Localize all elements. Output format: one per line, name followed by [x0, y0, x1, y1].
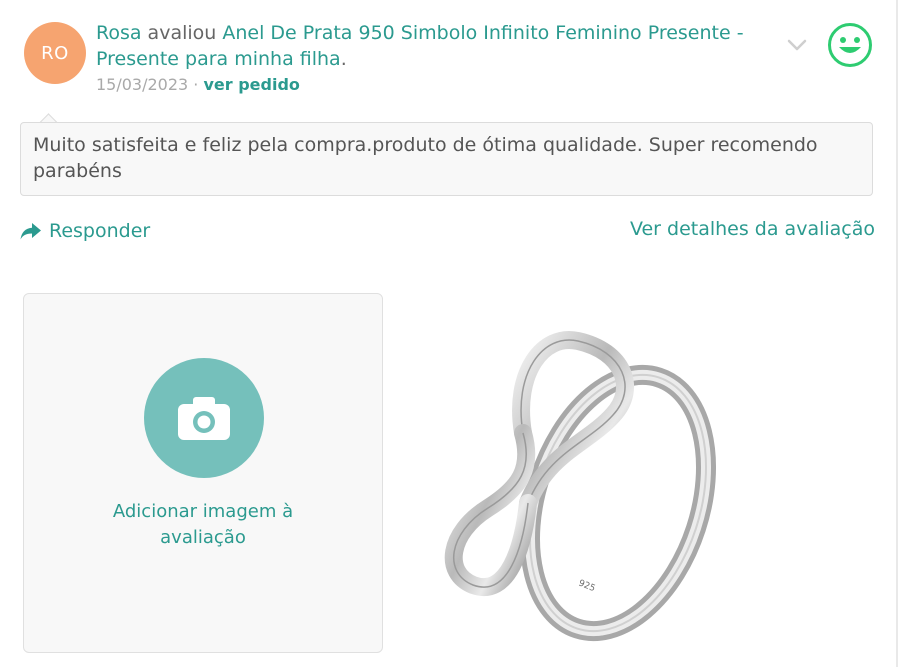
review-text: Muito satisfeita e feliz pela compra.pro…	[20, 122, 873, 196]
camera-icon	[178, 397, 230, 440]
ring-engraving: 925	[577, 579, 597, 595]
add-image-label: Adicionar imagem à avaliação	[24, 499, 382, 551]
reply-button[interactable]: Responder	[20, 220, 150, 242]
action-text: avaliou	[141, 22, 223, 44]
review-headline: Rosa avaliou Anel De Prata 950 Simbolo I…	[96, 20, 786, 72]
add-image-label-line2: avaliação	[160, 527, 246, 548]
author-link[interactable]: Rosa	[96, 22, 142, 44]
review-meta: 15/03/2023 · ver pedido	[96, 75, 300, 94]
review-details-link[interactable]: Ver detalhes da avaliação	[630, 218, 875, 240]
chevron-down-icon[interactable]	[786, 38, 808, 52]
product-image: 925	[444, 331, 717, 642]
reply-label: Responder	[49, 220, 151, 242]
view-order-link[interactable]: ver pedido	[203, 75, 299, 94]
add-image-button[interactable]: Adicionar imagem à avaliação	[23, 293, 383, 653]
happy-face-icon	[828, 23, 872, 67]
review-date: 15/03/2023	[96, 75, 189, 94]
add-image-label-line1: Adicionar imagem à	[112, 501, 294, 522]
meta-separator: ·	[188, 75, 204, 94]
end-punctuation: .	[340, 48, 347, 70]
product-name-line1: Anel De Prata 950 Simbolo Infinito Femin…	[222, 22, 731, 44]
avatar: RO	[24, 22, 86, 84]
camera-circle	[144, 358, 264, 478]
share-arrow-icon	[20, 223, 41, 240]
